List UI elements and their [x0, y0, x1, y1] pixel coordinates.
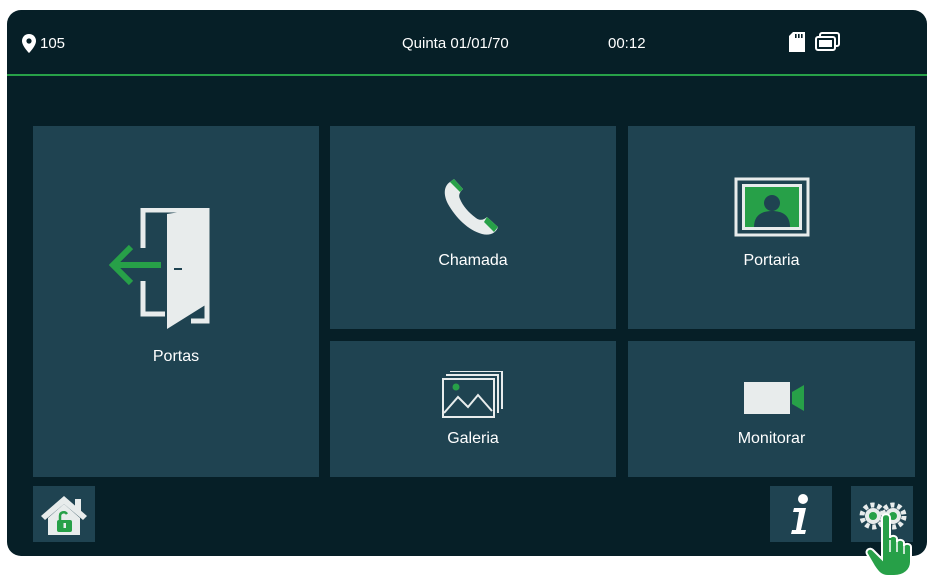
intercom-screen: 105 Quinta 01/01/70 00:12 Portas Chamada…	[7, 10, 927, 556]
status-divider	[7, 74, 927, 76]
video-camera-icon	[744, 382, 804, 414]
tile-portas[interactable]: Portas	[33, 126, 319, 477]
tile-chamada[interactable]: Chamada	[330, 126, 616, 329]
phone-icon	[444, 179, 498, 235]
home-unlock-icon	[41, 496, 87, 535]
gallery-icon	[442, 371, 503, 418]
hand-pointer-icon	[865, 513, 912, 577]
tile-portaria-label: Portaria	[743, 252, 800, 269]
tile-portaria[interactable]: Portaria	[628, 126, 915, 329]
tile-galeria-label: Galeria	[447, 430, 499, 447]
home-unlock-button[interactable]	[33, 486, 95, 542]
status-time: 00:12	[608, 35, 646, 52]
door-exit-icon	[109, 208, 210, 329]
location-pin-icon	[22, 34, 36, 53]
tile-chamada-label: Chamada	[438, 252, 508, 269]
info-button[interactable]	[770, 486, 832, 542]
info-icon	[791, 494, 808, 534]
tile-monitorar[interactable]: Monitorar	[628, 341, 915, 477]
tile-galeria[interactable]: Galeria	[330, 341, 616, 477]
tile-monitorar-label: Monitorar	[737, 430, 806, 447]
status-bar: 105 Quinta 01/01/70 00:12	[7, 10, 927, 74]
screens-icon	[815, 32, 840, 51]
tile-portas-label: Portas	[152, 348, 200, 365]
concierge-contact-icon	[734, 177, 810, 237]
status-date: Quinta 01/01/70	[402, 35, 509, 52]
sd-card-icon	[789, 32, 805, 52]
apartment-number: 105	[40, 35, 66, 52]
